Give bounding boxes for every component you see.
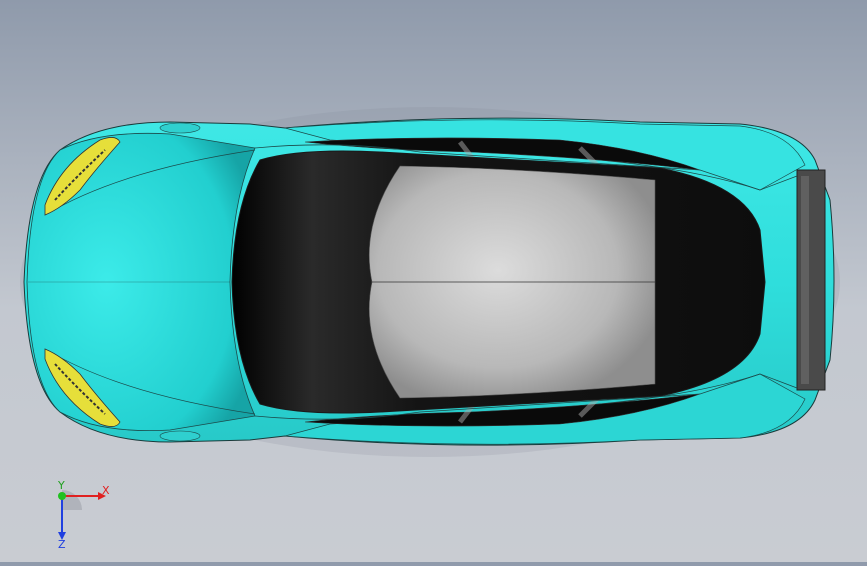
triad-plane <box>62 490 82 510</box>
coordinate-triad: X Y Z <box>57 479 110 548</box>
mirror-right <box>159 430 201 442</box>
triad-z-label: Z <box>58 538 66 548</box>
car-model-top-view[interactable] <box>0 0 867 562</box>
triad-x-label: X <box>102 484 110 497</box>
triad-y-axis <box>58 492 66 500</box>
graphics-viewport[interactable]: X Y Z <box>0 0 867 562</box>
mirror-left <box>159 122 201 134</box>
triad-y-label: Y <box>57 479 65 492</box>
rear-spoiler-highlight <box>801 176 809 384</box>
